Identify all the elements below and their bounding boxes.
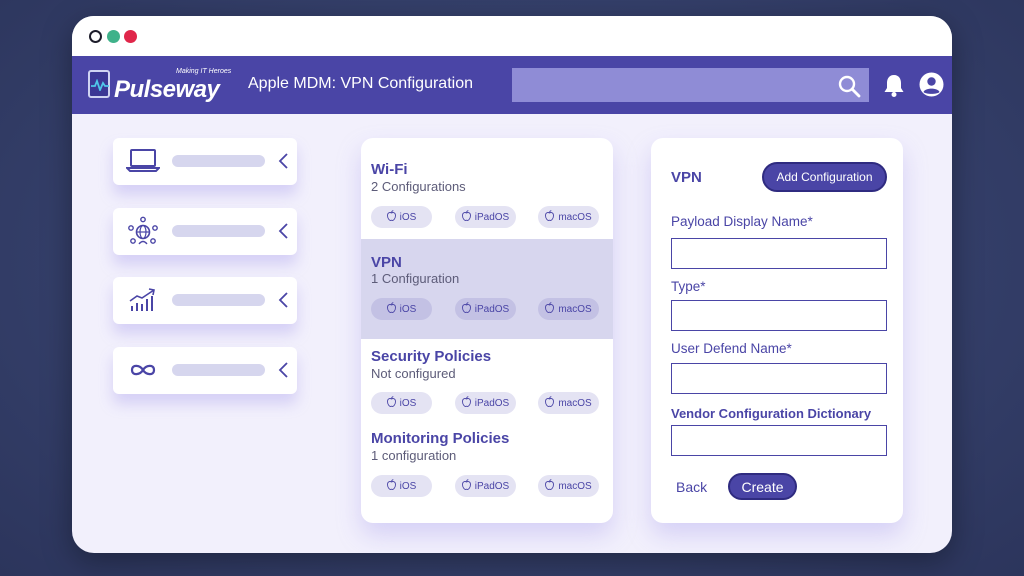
- apple-icon: [545, 396, 555, 410]
- platform-chip-ios[interactable]: iOS: [371, 298, 432, 320]
- platform-chip-ipados[interactable]: iPadOS: [455, 298, 516, 320]
- user-defend-name-label: User Defend Name*: [671, 341, 792, 356]
- window-maximize-button[interactable]: [124, 30, 137, 43]
- platform-chip-macos[interactable]: macOS: [538, 206, 599, 228]
- chevron-left-icon[interactable]: [277, 361, 289, 384]
- pulseway-logo[interactable]: Pulseway Making IT Heroes: [88, 68, 232, 103]
- search-bar[interactable]: [512, 68, 869, 102]
- apple-icon: [386, 302, 396, 316]
- payload-display-name-label: Payload Display Name*: [671, 214, 813, 229]
- config-subtitle: 2 Configurations: [371, 179, 466, 194]
- platform-chip-ipados[interactable]: iPadOS: [455, 206, 516, 228]
- window-minimize-button[interactable]: [107, 30, 120, 43]
- apple-icon: [461, 396, 471, 410]
- config-item-vpn[interactable]: VPN 1 Configuration iOS iPadOS macOS: [361, 239, 613, 339]
- search-icon[interactable]: [837, 74, 861, 103]
- apple-icon: [461, 210, 471, 224]
- apple-icon: [545, 479, 555, 493]
- brand-name: Pulseway: [114, 76, 220, 103]
- platform-chip-macos[interactable]: macOS: [538, 392, 599, 414]
- add-configuration-button[interactable]: Add Configuration: [762, 162, 887, 192]
- vendor-configuration-dictionary-label: Vendor Configuration Dictionary: [671, 406, 872, 421]
- infinity-icon: [126, 355, 160, 385]
- sidebar-item-placeholder: [172, 294, 265, 306]
- sidebar-item-placeholder: [172, 364, 265, 376]
- platform-chip-macos[interactable]: macOS: [538, 298, 599, 320]
- type-label: Type*: [671, 279, 706, 294]
- network-users-icon: [126, 216, 160, 246]
- platform-chip-ipados[interactable]: iPadOS: [455, 392, 516, 414]
- platform-chip-ios[interactable]: iOS: [371, 206, 432, 228]
- platform-chip-ios[interactable]: iOS: [371, 475, 432, 497]
- title-bar: [72, 16, 952, 56]
- logo-mark-icon: [88, 70, 110, 98]
- sidebar-item-analytics[interactable]: [113, 277, 297, 324]
- create-button[interactable]: Create: [728, 473, 797, 500]
- platform-chip-macos[interactable]: macOS: [538, 475, 599, 497]
- growth-chart-icon: [126, 285, 160, 315]
- back-button[interactable]: Back: [676, 479, 707, 495]
- sidebar-item-integrations[interactable]: [113, 347, 297, 394]
- bell-icon[interactable]: [883, 73, 905, 102]
- page-title: Apple MDM: VPN Configuration: [248, 75, 473, 92]
- sidebar-item-devices[interactable]: [113, 138, 297, 185]
- config-subtitle: 1 Configuration: [371, 271, 460, 286]
- apple-icon: [461, 479, 471, 493]
- config-subtitle: 1 configuration: [371, 448, 457, 463]
- apple-icon: [545, 302, 555, 316]
- user-icon[interactable]: [919, 72, 944, 102]
- config-title: Wi-Fi: [371, 161, 408, 178]
- apple-icon: [386, 479, 396, 493]
- type-field[interactable]: [671, 300, 887, 331]
- config-subtitle: Not configured: [371, 366, 456, 381]
- apple-icon: [545, 210, 555, 224]
- apple-icon: [386, 396, 396, 410]
- form-title: VPN: [671, 169, 702, 186]
- config-item-monitoring-policies[interactable]: Monitoring Policies 1 configuration iOS …: [361, 421, 613, 521]
- user-defend-name-field[interactable]: [671, 363, 887, 394]
- payload-display-name-field[interactable]: [671, 238, 887, 269]
- vendor-configuration-dictionary-field[interactable]: [671, 425, 887, 456]
- apple-icon: [461, 302, 471, 316]
- chevron-left-icon[interactable]: [277, 222, 289, 245]
- app-header: Pulseway Making IT Heroes Apple MDM: VPN…: [72, 56, 952, 114]
- sidebar-item-network[interactable]: [113, 208, 297, 255]
- chevron-left-icon[interactable]: [277, 291, 289, 314]
- app-window: Pulseway Making IT Heroes Apple MDM: VPN…: [72, 16, 952, 553]
- config-item-wifi[interactable]: Wi-Fi 2 Configurations iOS iPadOS macOS: [361, 138, 613, 238]
- platform-chip-ios[interactable]: iOS: [371, 392, 432, 414]
- apple-icon: [386, 210, 396, 224]
- sidebar-item-placeholder: [172, 225, 265, 237]
- config-item-security-policies[interactable]: Security Policies Not configured iOS iPa…: [361, 339, 613, 421]
- vpn-form: VPN Add Configuration Payload Display Na…: [651, 138, 903, 523]
- sidebar-item-placeholder: [172, 155, 265, 167]
- brand-tagline: Making IT Heroes: [176, 68, 232, 75]
- config-title: Monitoring Policies: [371, 430, 510, 447]
- window-close-button[interactable]: [89, 30, 102, 43]
- chevron-left-icon[interactable]: [277, 152, 289, 175]
- config-title: Security Policies: [371, 348, 492, 365]
- platform-chip-ipados[interactable]: iPadOS: [455, 475, 516, 497]
- configuration-list: Wi-Fi 2 Configurations iOS iPadOS macOS …: [361, 138, 613, 523]
- laptop-icon: [124, 146, 162, 176]
- config-title: VPN: [371, 254, 402, 271]
